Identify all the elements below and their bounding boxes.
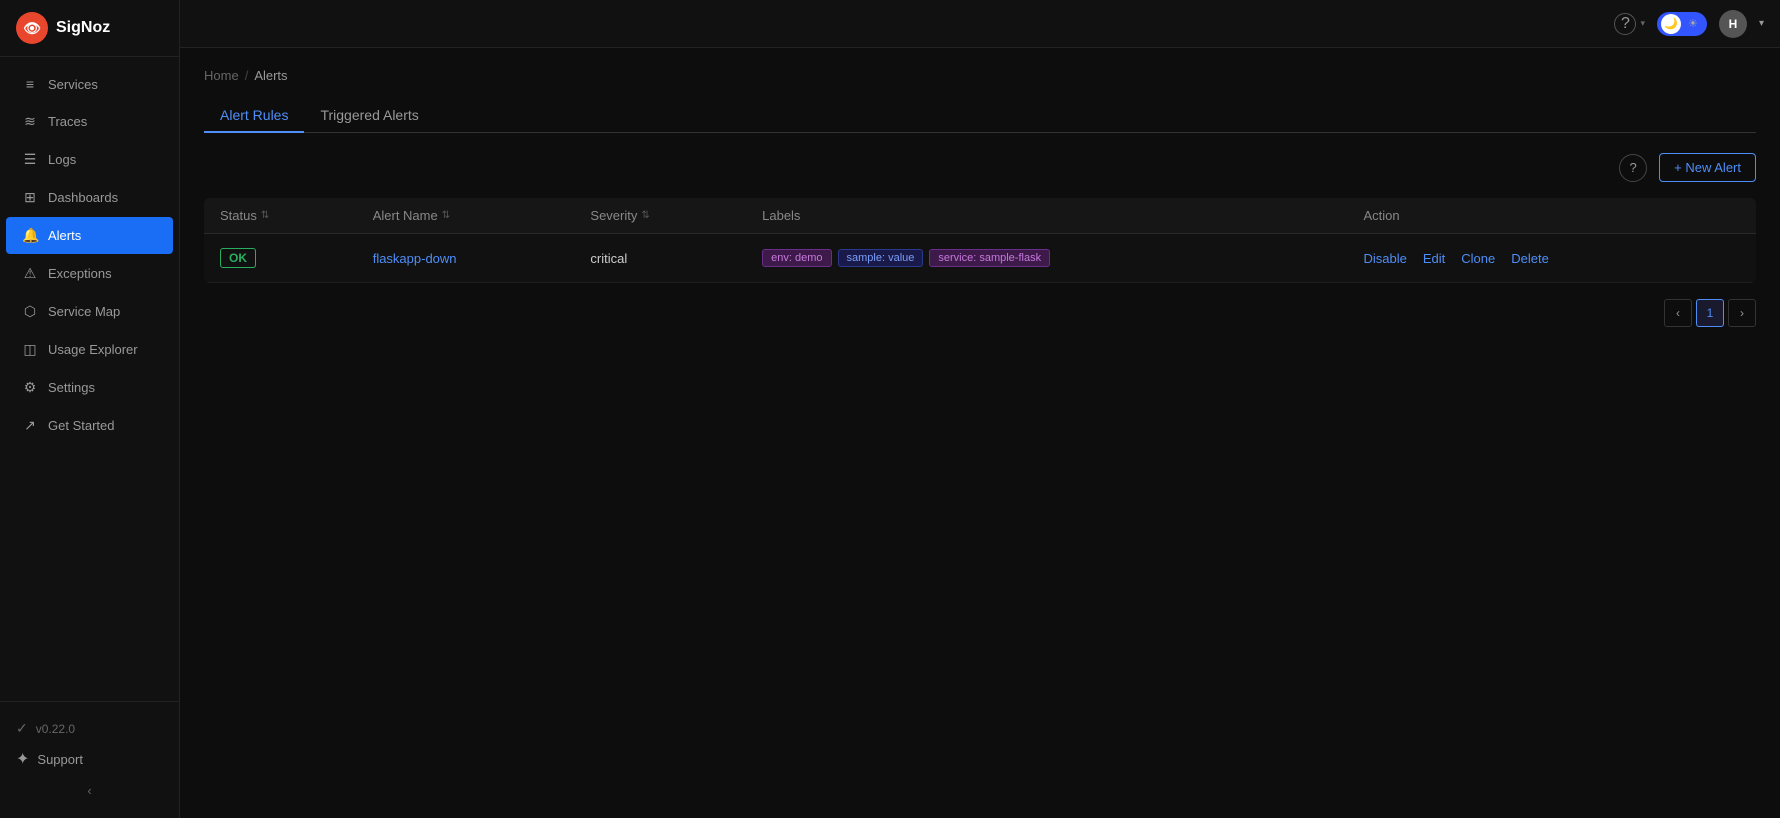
sort-severity-icon[interactable]: ⇅ — [641, 210, 649, 221]
sidebar-item-label: Get Started — [48, 418, 114, 433]
logs-icon: ☰ — [22, 151, 38, 168]
sun-icon: ☀ — [1683, 14, 1703, 34]
sidebar-item-service-map[interactable]: ⬡ Service Map — [6, 293, 173, 330]
sidebar-item-label: Usage Explorer — [48, 342, 138, 357]
slack-icon: ✦ — [16, 749, 29, 769]
page-tabs: Alert Rules Triggered Alerts — [204, 99, 1756, 133]
cell-labels: env: demo sample: value service: sample-… — [746, 234, 1347, 283]
table-header-row: Status ⇅ Alert Name ⇅ Severity ⇅ — [204, 198, 1756, 234]
alert-name-link[interactable]: flaskapp-down — [373, 251, 457, 266]
sidebar-item-traces[interactable]: ≋ Traces — [6, 103, 173, 140]
alerts-table: Status ⇅ Alert Name ⇅ Severity ⇅ — [204, 198, 1756, 283]
sidebar-item-exceptions[interactable]: ⚠ Exceptions — [6, 255, 173, 292]
collapse-icon: ‹ — [87, 783, 91, 798]
main-content: ? ▾ 🌙 ☀ H ▾ Home / Alerts Alert Rules Tr… — [180, 0, 1780, 818]
version-text: v0.22.0 — [36, 722, 75, 736]
toolbar: ? + New Alert — [204, 153, 1756, 182]
sidebar-item-label: Exceptions — [48, 266, 112, 281]
sidebar-item-label: Services — [48, 77, 98, 92]
get-started-icon: ↗ — [22, 417, 38, 434]
pagination-prev[interactable]: ‹ — [1664, 299, 1692, 327]
table-row: OK flaskapp-down critical env: demo samp… — [204, 234, 1756, 283]
version-item: ✓ v0.22.0 — [16, 714, 163, 743]
label-service: service: sample-flask — [929, 249, 1050, 267]
pagination-page-1[interactable]: 1 — [1696, 299, 1724, 327]
usage-explorer-icon: ◫ — [22, 341, 38, 358]
action-buttons: Disable Edit Clone Delete — [1364, 251, 1741, 266]
page-content: Home / Alerts Alert Rules Triggered Aler… — [180, 48, 1780, 818]
col-severity: Severity ⇅ — [574, 198, 746, 234]
logo-text: SigNoz — [56, 19, 110, 37]
logo[interactable]: 👁 SigNoz — [0, 0, 179, 57]
label-env: env: demo — [762, 249, 831, 267]
sidebar-collapse-button[interactable]: ‹ — [16, 775, 163, 806]
status-badge: OK — [220, 248, 256, 268]
tab-alert-rules[interactable]: Alert Rules — [204, 99, 304, 133]
sidebar-item-usage-explorer[interactable]: ◫ Usage Explorer — [6, 331, 173, 368]
topbar: ? ▾ 🌙 ☀ H ▾ — [180, 0, 1780, 48]
sidebar-item-label: Settings — [48, 380, 95, 395]
services-icon: ≡ — [22, 76, 38, 92]
help-button[interactable]: ? ▾ — [1614, 13, 1645, 35]
sidebar-item-settings[interactable]: ⚙ Settings — [6, 369, 173, 406]
avatar-chevron[interactable]: ▾ — [1759, 18, 1764, 29]
edit-button[interactable]: Edit — [1423, 251, 1445, 266]
cell-action: Disable Edit Clone Delete — [1348, 234, 1757, 283]
sidebar-footer: ✓ v0.22.0 ✦ Support ‹ — [0, 701, 179, 818]
cell-alert-name: flaskapp-down — [357, 234, 575, 283]
version-check-icon: ✓ — [16, 720, 28, 737]
col-alert-name: Alert Name ⇅ — [357, 198, 575, 234]
cell-status: OK — [204, 234, 357, 283]
service-map-icon: ⬡ — [22, 303, 38, 320]
inline-help-button[interactable]: ? — [1619, 154, 1647, 182]
theme-toggle[interactable]: 🌙 ☀ — [1657, 12, 1707, 36]
moon-icon: 🌙 — [1661, 14, 1681, 34]
clone-button[interactable]: Clone — [1461, 251, 1495, 266]
sidebar-item-label: Service Map — [48, 304, 120, 319]
sidebar-nav: ≡ Services ≋ Traces ☰ Logs ⊞ Dashboards … — [0, 57, 179, 701]
breadcrumb: Home / Alerts — [204, 68, 1756, 83]
sidebar-item-label: Dashboards — [48, 190, 118, 205]
tab-triggered-alerts[interactable]: Triggered Alerts — [304, 99, 434, 133]
support-label: Support — [37, 752, 83, 767]
col-labels: Labels — [746, 198, 1347, 234]
logo-icon: 👁 — [16, 12, 48, 44]
alerts-icon: 🔔 — [22, 227, 38, 244]
col-action: Action — [1348, 198, 1757, 234]
severity-value: critical — [590, 251, 627, 266]
sidebar-item-logs[interactable]: ☰ Logs — [6, 141, 173, 178]
avatar-letter: H — [1729, 17, 1738, 31]
delete-button[interactable]: Delete — [1511, 251, 1549, 266]
breadcrumb-current: Alerts — [254, 68, 287, 83]
sidebar: 👁 SigNoz ≡ Services ≋ Traces ☰ Logs ⊞ Da… — [0, 0, 180, 818]
sort-status-icon[interactable]: ⇅ — [261, 210, 269, 221]
sidebar-item-services[interactable]: ≡ Services — [6, 66, 173, 102]
help-icon: ? — [1614, 13, 1636, 35]
traces-icon: ≋ — [22, 113, 38, 130]
sidebar-item-label: Traces — [48, 114, 87, 129]
sidebar-item-label: Alerts — [48, 228, 81, 243]
sidebar-item-dashboards[interactable]: ⊞ Dashboards — [6, 179, 173, 216]
breadcrumb-separator: / — [245, 68, 249, 83]
disable-button[interactable]: Disable — [1364, 251, 1407, 266]
settings-icon: ⚙ — [22, 379, 38, 396]
help-chevron: ▾ — [1640, 18, 1645, 29]
avatar[interactable]: H — [1719, 10, 1747, 38]
new-alert-button[interactable]: + New Alert — [1659, 153, 1756, 182]
dashboards-icon: ⊞ — [22, 189, 38, 206]
cell-severity: critical — [574, 234, 746, 283]
support-item[interactable]: ✦ Support — [16, 743, 163, 775]
label-sample: sample: value — [838, 249, 924, 267]
labels-container: env: demo sample: value service: sample-… — [762, 249, 1331, 267]
sidebar-item-get-started[interactable]: ↗ Get Started — [6, 407, 173, 444]
breadcrumb-home[interactable]: Home — [204, 68, 239, 83]
pagination-next[interactable]: › — [1728, 299, 1756, 327]
sidebar-item-label: Logs — [48, 152, 76, 167]
exceptions-icon: ⚠ — [22, 265, 38, 282]
sort-alertname-icon[interactable]: ⇅ — [442, 210, 450, 221]
pagination: ‹ 1 › — [204, 299, 1756, 327]
sidebar-item-alerts[interactable]: 🔔 Alerts — [6, 217, 173, 254]
col-status: Status ⇅ — [204, 198, 357, 234]
